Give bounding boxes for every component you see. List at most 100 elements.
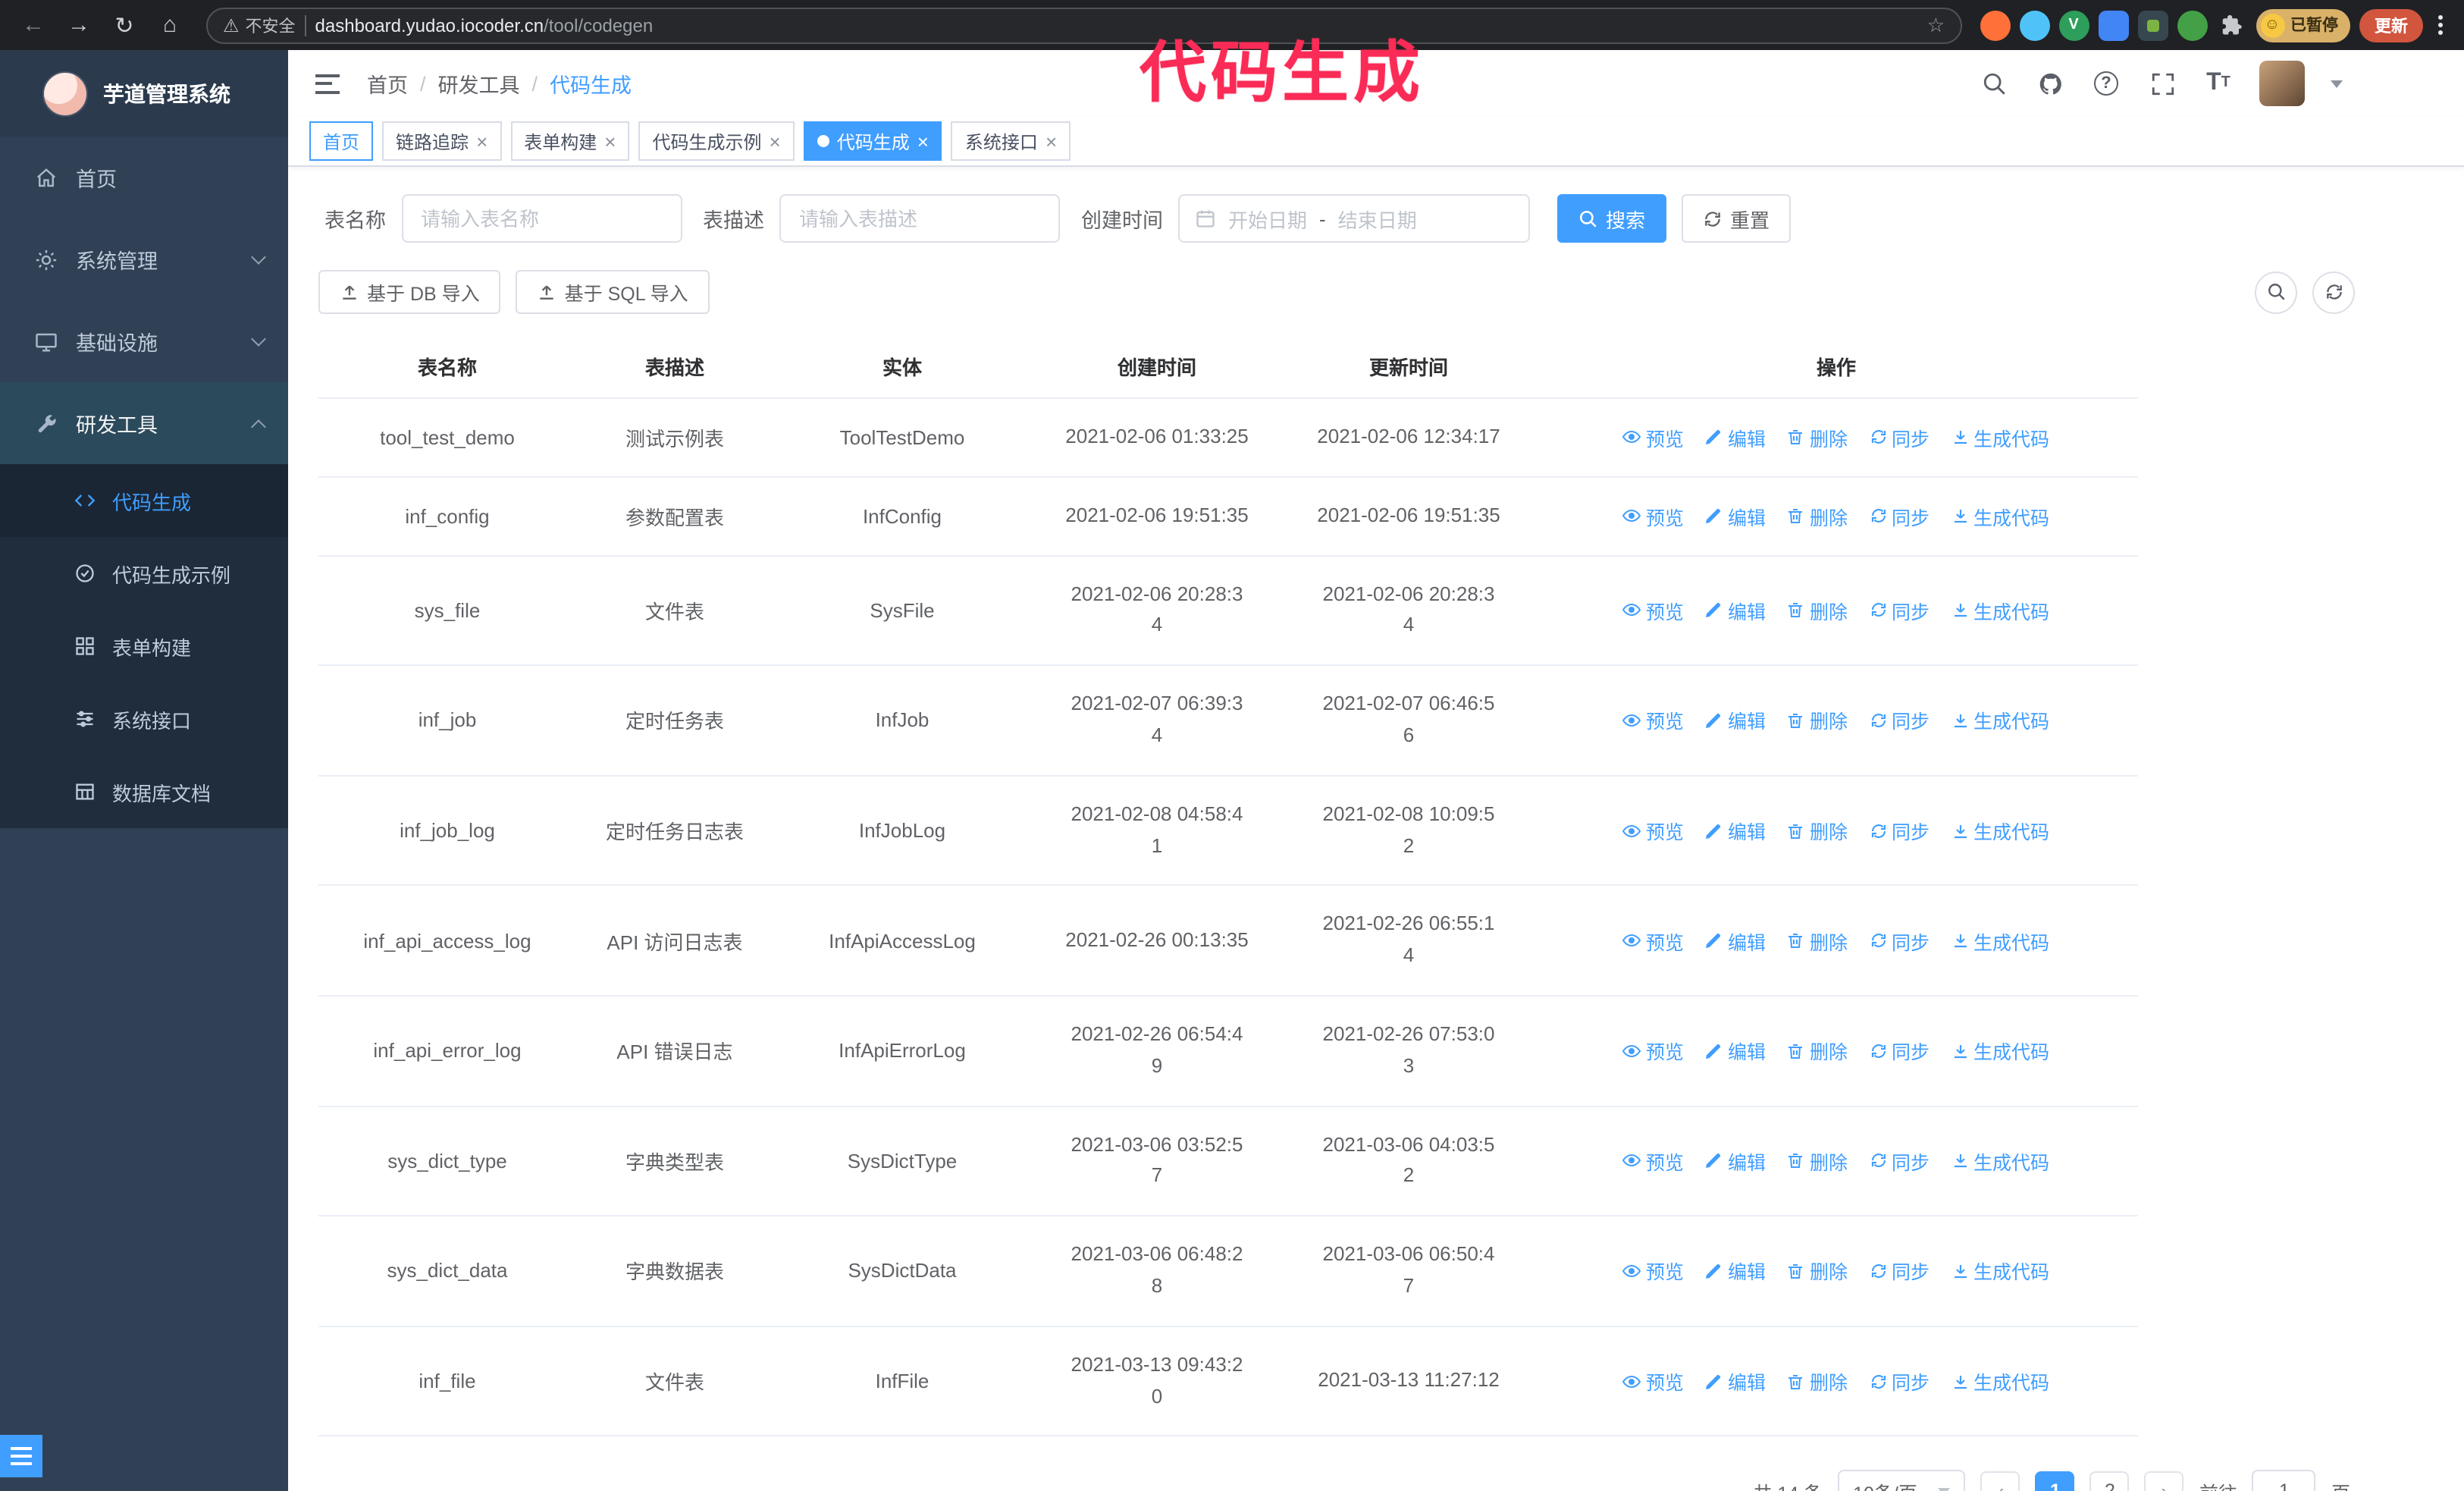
sync-link[interactable]: 同步 xyxy=(1869,926,1930,955)
generate-code-link[interactable]: 生成代码 xyxy=(1951,816,2049,845)
sync-link[interactable]: 同步 xyxy=(1869,1147,1930,1176)
sidebar-item-db-docs[interactable]: 数据库文档 xyxy=(0,755,288,828)
preview-link[interactable]: 预览 xyxy=(1622,926,1684,955)
generate-code-link[interactable]: 生成代码 xyxy=(1951,1037,2049,1066)
extension-icon-3[interactable]: V xyxy=(2058,10,2089,40)
next-page-button[interactable]: › xyxy=(2144,1471,2184,1491)
delete-link[interactable]: 删除 xyxy=(1787,1147,1848,1176)
edit-link[interactable]: 编辑 xyxy=(1705,501,1766,530)
generate-code-link[interactable]: 生成代码 xyxy=(1951,926,2049,955)
profile-paused-chip[interactable]: ☺ 已暂停 xyxy=(2256,8,2350,42)
search-icon[interactable] xyxy=(1979,68,2009,99)
delete-link[interactable]: 删除 xyxy=(1787,501,1848,530)
preview-link[interactable]: 预览 xyxy=(1622,816,1684,845)
app-logo[interactable]: 芋道管理系统 xyxy=(0,50,288,137)
table-name-input[interactable] xyxy=(401,194,682,243)
generate-code-link[interactable]: 生成代码 xyxy=(1951,423,2049,452)
sidebar-item-form-builder[interactable]: 表单构建 xyxy=(0,610,288,683)
edit-link[interactable]: 编辑 xyxy=(1705,423,1766,452)
edit-link[interactable]: 编辑 xyxy=(1705,1147,1766,1176)
edit-link[interactable]: 编辑 xyxy=(1705,1257,1766,1285)
preview-link[interactable]: 预览 xyxy=(1622,1257,1684,1285)
sidebar-item-dev-tools[interactable]: 研发工具 xyxy=(0,382,288,464)
sync-link[interactable]: 同步 xyxy=(1869,423,1930,452)
toggle-search-button[interactable] xyxy=(2255,271,2297,313)
preview-link[interactable]: 预览 xyxy=(1622,1147,1684,1176)
date-range-picker[interactable]: 开始日期 - 结束日期 xyxy=(1178,194,1530,243)
breadcrumb-home[interactable]: 首页 xyxy=(367,68,408,99)
sync-link[interactable]: 同步 xyxy=(1869,706,1930,735)
page-size-select[interactable]: 10条/页 xyxy=(1838,1470,1966,1491)
search-button[interactable]: 搜索 xyxy=(1557,194,1667,243)
delete-link[interactable]: 删除 xyxy=(1787,1367,1848,1395)
sync-link[interactable]: 同步 xyxy=(1869,596,1930,625)
tab-form-builder[interactable]: 表单构建 × xyxy=(510,121,630,161)
edit-link[interactable]: 编辑 xyxy=(1705,706,1766,735)
refresh-button[interactable] xyxy=(2312,271,2355,313)
user-avatar[interactable] xyxy=(2259,61,2305,106)
delete-link[interactable]: 删除 xyxy=(1787,1037,1848,1066)
sync-link[interactable]: 同步 xyxy=(1869,1257,1930,1285)
edit-link[interactable]: 编辑 xyxy=(1705,1037,1766,1066)
delete-link[interactable]: 删除 xyxy=(1787,1257,1848,1285)
preview-link[interactable]: 预览 xyxy=(1622,501,1684,530)
sync-link[interactable]: 同步 xyxy=(1869,816,1930,845)
fullscreen-icon[interactable] xyxy=(2147,68,2177,99)
font-size-icon[interactable]: TT xyxy=(2203,68,2234,99)
sidebar-item-home[interactable]: 首页 xyxy=(0,137,288,218)
generate-code-link[interactable]: 生成代码 xyxy=(1951,596,2049,625)
close-icon[interactable]: × xyxy=(604,131,616,151)
extension-icon-4[interactable] xyxy=(2098,10,2128,40)
tab-codegen-example[interactable]: 代码生成示例 × xyxy=(638,121,795,161)
preview-link[interactable]: 预览 xyxy=(1622,596,1684,625)
sidebar-item-infra[interactable]: 基础设施 xyxy=(0,300,288,382)
generate-code-link[interactable]: 生成代码 xyxy=(1951,501,2049,530)
generate-code-link[interactable]: 生成代码 xyxy=(1951,706,2049,735)
breadcrumb-dev-tools[interactable]: 研发工具 xyxy=(438,68,520,99)
sync-link[interactable]: 同步 xyxy=(1869,501,1930,530)
preview-link[interactable]: 预览 xyxy=(1622,423,1684,452)
import-sql-button[interactable]: 基于 SQL 导入 xyxy=(516,270,710,314)
help-icon[interactable]: ? xyxy=(2091,68,2121,99)
browser-menu-icon[interactable] xyxy=(2432,15,2449,35)
browser-update-button[interactable]: 更新 xyxy=(2359,8,2423,42)
page-button-1[interactable]: 1 xyxy=(2035,1471,2075,1491)
tab-api[interactable]: 系统接口 × xyxy=(951,121,1071,161)
hamburger-icon[interactable] xyxy=(309,67,346,99)
sync-link[interactable]: 同步 xyxy=(1869,1037,1930,1066)
generate-code-link[interactable]: 生成代码 xyxy=(1951,1147,2049,1176)
sidebar-item-codegen-example[interactable]: 代码生成示例 xyxy=(0,537,288,610)
address-bar[interactable]: ⚠ 不安全 dashboard.yudao.iocoder.cn/tool/co… xyxy=(206,7,1961,43)
tab-codegen[interactable]: 代码生成 × xyxy=(803,121,942,161)
delete-link[interactable]: 删除 xyxy=(1787,706,1848,735)
forward-icon[interactable]: → xyxy=(61,7,97,43)
close-icon[interactable]: × xyxy=(917,131,929,151)
extension-icon-2[interactable] xyxy=(2019,10,2049,40)
table-desc-input[interactable] xyxy=(779,194,1060,243)
reset-button[interactable]: 重置 xyxy=(1682,194,1792,243)
edit-link[interactable]: 编辑 xyxy=(1705,1367,1766,1395)
reload-icon[interactable]: ↻ xyxy=(106,7,143,43)
extensions-puzzle-icon[interactable] xyxy=(2216,10,2246,40)
import-db-button[interactable]: 基于 DB 导入 xyxy=(318,270,501,314)
edit-link[interactable]: 编辑 xyxy=(1705,816,1766,845)
extension-icon-1[interactable] xyxy=(1980,10,2010,40)
delete-link[interactable]: 删除 xyxy=(1787,926,1848,955)
tab-trace[interactable]: 链路追踪 × xyxy=(382,121,502,161)
edit-link[interactable]: 编辑 xyxy=(1705,926,1766,955)
github-icon[interactable] xyxy=(2035,68,2065,99)
back-icon[interactable]: ← xyxy=(15,7,52,43)
avatar-caret-icon[interactable] xyxy=(2331,80,2343,87)
edit-link[interactable]: 编辑 xyxy=(1705,596,1766,625)
sync-link[interactable]: 同步 xyxy=(1869,1367,1930,1395)
tab-home[interactable]: 首页 xyxy=(309,121,374,161)
sidebar-item-api[interactable]: 系统接口 xyxy=(0,683,288,755)
close-icon[interactable]: × xyxy=(476,131,487,151)
close-icon[interactable]: × xyxy=(770,131,781,151)
preview-link[interactable]: 预览 xyxy=(1622,1367,1684,1395)
home-icon[interactable]: ⌂ xyxy=(152,7,188,43)
delete-link[interactable]: 删除 xyxy=(1787,596,1848,625)
prev-page-button[interactable]: ‹ xyxy=(1980,1471,2020,1491)
extension-icon-6[interactable] xyxy=(2177,10,2207,40)
sidebar-item-system[interactable]: 系统管理 xyxy=(0,218,288,300)
